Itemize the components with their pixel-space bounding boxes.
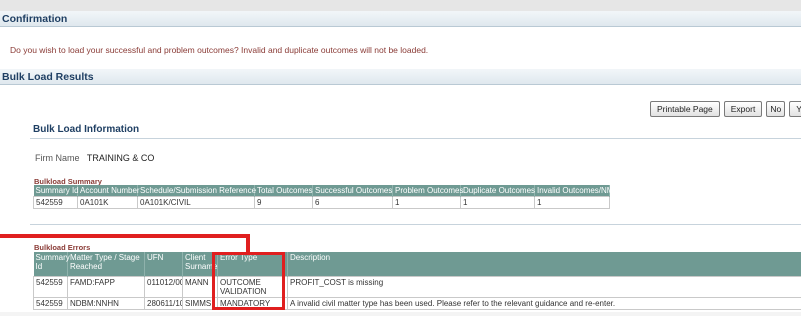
summary-header-row: Summary Id Account Number Schedule/Submi… (33, 185, 619, 197)
summary-col-header: Summary Id (33, 185, 79, 197)
section-divider (30, 224, 801, 225)
callout-line-vertical (246, 234, 250, 254)
errors-col-header: UFN (144, 252, 183, 276)
no-button[interactable]: No (766, 101, 786, 117)
firm-name-value: TRAINING & CO (86, 153, 155, 163)
table-row: 542559 FAMD:FAPP 011012/006 MANN OUTCOME… (33, 275, 801, 298)
summary-cell: 1 (392, 196, 461, 209)
errors-cell: 542559 (33, 275, 68, 298)
action-toolbar: Printable Page Export No Yes (650, 101, 801, 117)
bulk-load-page: Confirmation Do you wish to load your su… (0, 0, 801, 316)
errors-cell: FAMD:FAPP (67, 275, 145, 298)
summary-cell: 0A101K/CIVIL (137, 196, 255, 209)
table-row: 542559 NDBM:NNHN 280611/104 SIMMS MANDAT… (33, 296, 801, 310)
top-strip (0, 0, 801, 11)
callout-line-horizontal (0, 234, 250, 238)
summary-col-header: Invalid Outcomes/NMS (534, 185, 619, 197)
yes-button[interactable]: Yes (789, 101, 801, 117)
bulk-load-information-heading: Bulk Load Information (33, 124, 140, 135)
firm-name-label: Firm Name (35, 153, 80, 163)
errors-cell: A invalid civil matter type has been use… (287, 296, 801, 310)
summary-cell: 0A101K (77, 196, 138, 209)
summary-cell: 542559 (33, 196, 78, 209)
table-row: 542559 0A101K 0A101K/CIVIL 9 6 1 1 1 (33, 196, 610, 209)
summary-col-header: Account Number (77, 185, 140, 197)
bulkload-errors-table: Summary Id Matter Type / Stage Reached U… (33, 252, 801, 310)
confirmation-section-title: Confirmation (0, 11, 801, 27)
errors-cell: 011012/006 (144, 275, 183, 298)
bulkload-errors-caption: Bulkload Errors (34, 243, 91, 252)
summary-cell: 1 (460, 196, 535, 209)
summary-col-header: Problem Outcomes (392, 185, 463, 197)
printable-page-button[interactable]: Printable Page (650, 101, 720, 117)
errors-col-header: Summary Id (33, 252, 70, 276)
summary-col-header: Total Outcomes (254, 185, 313, 197)
errors-cell: PROFIT_COST is missing (287, 275, 801, 298)
heading-divider (30, 138, 801, 139)
summary-cell: 1 (534, 196, 610, 209)
summary-col-header: Successful Outcomes (312, 185, 393, 197)
summary-col-header: Schedule/Submission Reference (137, 185, 256, 197)
errors-header-row: Summary Id Matter Type / Stage Reached U… (33, 252, 801, 276)
summary-cell: 6 (312, 196, 393, 209)
export-button[interactable]: Export (723, 101, 763, 117)
summary-col-header: Duplicate Outcomes (460, 185, 535, 197)
errors-col-header: Matter Type / Stage Reached (67, 252, 145, 276)
errors-cell: 542559 (33, 296, 68, 310)
firm-name-row: Firm Name TRAINING & CO (35, 153, 154, 163)
error-type-highlight-box (212, 252, 285, 310)
confirmation-message: Do you wish to load your successful and … (10, 45, 429, 55)
errors-cell: NDBM:NNHN (67, 296, 145, 310)
summary-cell: 9 (254, 196, 313, 209)
errors-cell: 280611/104 (144, 296, 183, 310)
bulkload-summary-table: Summary Id Account Number Schedule/Submi… (33, 185, 619, 209)
errors-col-header: Description (287, 252, 801, 276)
bulk-load-results-title: Bulk Load Results (0, 69, 801, 85)
bottom-shade (0, 312, 801, 316)
